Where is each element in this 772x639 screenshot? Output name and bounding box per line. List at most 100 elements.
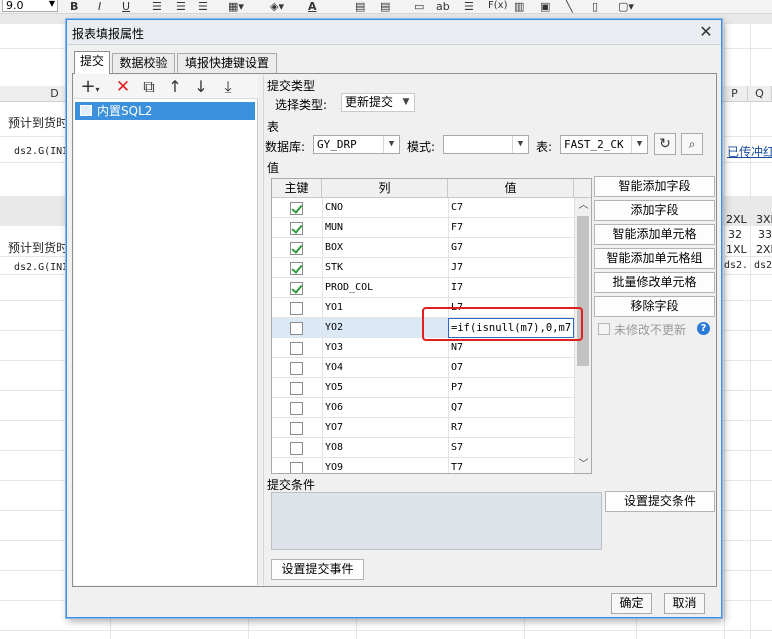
align-left-icon[interactable]: ☰ bbox=[152, 0, 162, 13]
column-name-cell[interactable]: BOX bbox=[322, 238, 448, 258]
smart-add-field-button[interactable]: 智能添加字段 bbox=[594, 176, 715, 197]
copy-icon[interactable]: ⧉ bbox=[140, 78, 158, 96]
fill-color-icon[interactable]: ◈▾ bbox=[270, 0, 284, 13]
column-name-cell[interactable]: YO6 bbox=[322, 398, 448, 418]
column-name-cell[interactable]: YO4 bbox=[322, 358, 448, 378]
cell-value[interactable]: 1XL bbox=[726, 243, 747, 256]
move-up-icon[interactable]: ↑ bbox=[166, 78, 184, 96]
cell-formula[interactable]: ds2.G(INI bbox=[14, 146, 66, 157]
cell-value[interactable]: 32 bbox=[728, 228, 742, 241]
chart-icon[interactable]: ▥ bbox=[514, 0, 524, 13]
ok-button[interactable]: 确定 bbox=[611, 593, 652, 614]
no-update-unmodified-checkbox[interactable] bbox=[598, 323, 610, 335]
refresh-icon[interactable]: ↻ bbox=[654, 133, 676, 155]
table-row[interactable]: YO4 O7 bbox=[272, 358, 574, 378]
table-row[interactable]: CNO C7 bbox=[272, 198, 574, 218]
smart-add-cell-button[interactable]: 智能添加单元格 bbox=[594, 224, 715, 245]
column-header-p[interactable]: P bbox=[722, 86, 748, 102]
table-row[interactable]: YO7 R7 bbox=[272, 418, 574, 438]
cell-value[interactable]: ds2 bbox=[754, 260, 772, 271]
table-row[interactable]: YO9 T7 bbox=[272, 458, 574, 473]
table-header-column[interactable]: 列 bbox=[322, 179, 448, 198]
list-icon[interactable]: ☰ bbox=[464, 0, 474, 13]
column-name-cell[interactable]: PROD_COL bbox=[322, 278, 448, 298]
value-cell[interactable]: P7 bbox=[448, 378, 574, 398]
cell-formula[interactable]: ds2.G(INI bbox=[14, 262, 66, 273]
primary-key-checkbox[interactable] bbox=[290, 222, 303, 235]
italic-icon[interactable]: I bbox=[98, 0, 101, 13]
table-row[interactable]: YO5 P7 bbox=[272, 378, 574, 398]
value-cell[interactable]: N7 bbox=[448, 338, 574, 358]
primary-key-checkbox[interactable] bbox=[290, 422, 303, 435]
remove-field-button[interactable]: 移除字段 bbox=[594, 296, 715, 317]
tab-submit[interactable]: 提交 bbox=[74, 51, 110, 74]
primary-key-checkbox[interactable] bbox=[290, 302, 303, 315]
help-icon[interactable]: ? bbox=[697, 322, 710, 335]
split-icon[interactable]: ▤ bbox=[380, 0, 390, 13]
add-icon[interactable]: +▾ bbox=[78, 78, 102, 96]
tab-data-validation[interactable]: 数据校验 bbox=[112, 53, 175, 73]
scroll-down-icon[interactable]: ﹀ bbox=[575, 457, 591, 473]
align-right-icon[interactable]: ☰ bbox=[198, 0, 208, 13]
cell-value[interactable]: 2XL bbox=[756, 243, 772, 256]
cancel-button[interactable]: 取消 bbox=[664, 593, 705, 614]
primary-key-checkbox[interactable] bbox=[290, 322, 303, 335]
primary-key-checkbox[interactable] bbox=[290, 242, 303, 255]
underline-icon[interactable]: U bbox=[122, 0, 130, 13]
scroll-thumb[interactable] bbox=[577, 216, 589, 366]
primary-key-checkbox[interactable] bbox=[290, 462, 303, 473]
value-cell[interactable]: F7 bbox=[448, 218, 574, 238]
value-cell[interactable]: G7 bbox=[448, 238, 574, 258]
cell-value[interactable]: 33 bbox=[758, 228, 772, 241]
border-icon[interactable]: ▦▾ bbox=[228, 0, 244, 13]
table-row[interactable]: PROD_COL I7 bbox=[272, 278, 574, 298]
value-cell[interactable]: I7 bbox=[448, 278, 574, 298]
value-cell[interactable]: S7 bbox=[448, 438, 574, 458]
smart-add-cell-group-button[interactable]: 智能添加单元格组 bbox=[594, 248, 715, 269]
bold-icon[interactable]: B bbox=[70, 0, 78, 13]
table-header-key[interactable]: 主键 bbox=[272, 179, 322, 198]
table-row[interactable]: YO3 N7 bbox=[272, 338, 574, 358]
table-row[interactable]: YO6 Q7 bbox=[272, 398, 574, 418]
primary-key-checkbox[interactable] bbox=[290, 402, 303, 415]
delete-icon[interactable]: ✕ bbox=[114, 78, 132, 96]
text-icon[interactable]: ab bbox=[436, 0, 450, 13]
column-header-q[interactable]: Q bbox=[748, 86, 772, 102]
font-size-select[interactable]: 9.0 ▼ bbox=[2, 0, 58, 12]
table-row[interactable]: YO8 S7 bbox=[272, 438, 574, 458]
column-name-cell[interactable]: YO5 bbox=[322, 378, 448, 398]
table-header-value[interactable]: 值 bbox=[448, 179, 574, 198]
column-name-cell[interactable]: MUN bbox=[322, 218, 448, 238]
value-cell[interactable]: O7 bbox=[448, 358, 574, 378]
column-name-cell[interactable]: YO7 bbox=[322, 418, 448, 438]
primary-key-checkbox[interactable] bbox=[290, 202, 303, 215]
primary-key-checkbox[interactable] bbox=[290, 282, 303, 295]
preview-icon[interactable]: ⌕ bbox=[681, 133, 703, 155]
primary-key-checkbox[interactable] bbox=[290, 382, 303, 395]
primary-key-checkbox[interactable] bbox=[290, 362, 303, 375]
align-center-icon[interactable]: ☰ bbox=[176, 0, 186, 13]
value-cell[interactable]: R7 bbox=[448, 418, 574, 438]
primary-key-checkbox[interactable] bbox=[290, 342, 303, 355]
close-icon[interactable]: ✕ bbox=[697, 23, 715, 41]
cell-label[interactable]: 预计到货时 bbox=[8, 114, 68, 131]
set-conditions-button[interactable]: 设置提交条件 bbox=[605, 491, 715, 512]
move-bottom-icon[interactable]: ⤓ bbox=[218, 78, 238, 96]
text-color-icon[interactable]: A bbox=[308, 0, 317, 13]
column-name-cell[interactable]: STK bbox=[322, 258, 448, 278]
column-name-cell[interactable]: CNO bbox=[322, 198, 448, 218]
cell-value[interactable]: 2XL bbox=[726, 213, 747, 226]
table-select[interactable]: FAST_2_CK ▼ bbox=[560, 135, 648, 154]
column-name-cell[interactable]: YO9 bbox=[322, 458, 448, 473]
widget-icon[interactable]: ▢▾ bbox=[618, 0, 634, 13]
column-name-cell[interactable]: YO3 bbox=[322, 338, 448, 358]
cell-value[interactable]: ds2. bbox=[724, 260, 748, 271]
value-cell[interactable]: J7 bbox=[448, 258, 574, 278]
table-row[interactable]: BOX G7 bbox=[272, 238, 574, 258]
cell-label[interactable]: 预计到货时 bbox=[8, 239, 68, 256]
primary-key-checkbox[interactable] bbox=[290, 442, 303, 455]
insert-icon[interactable]: ▭ bbox=[414, 0, 424, 13]
add-field-button[interactable]: 添加字段 bbox=[594, 200, 715, 221]
list-item-builtin-sql2[interactable]: 内置SQL2 bbox=[75, 102, 255, 120]
mode-select[interactable]: ▼ bbox=[443, 135, 529, 154]
